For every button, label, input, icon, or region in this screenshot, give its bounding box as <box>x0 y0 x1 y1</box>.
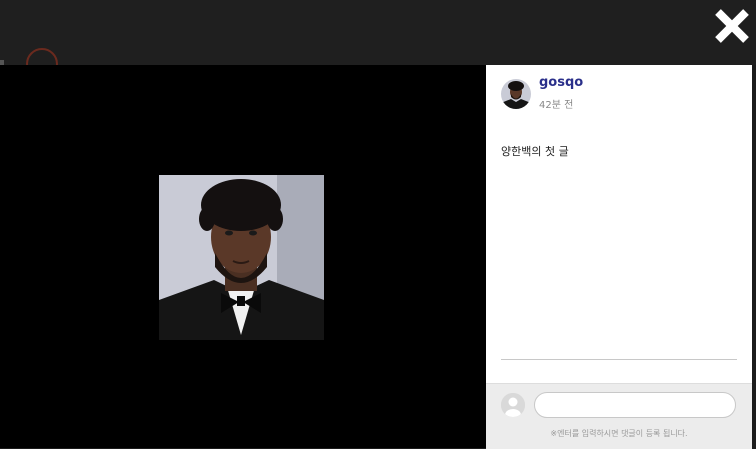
image-viewer <box>0 65 486 448</box>
comment-hint: ※엔터를 입력하시면 댓글이 등록 됩니다. <box>550 429 688 438</box>
comment-input[interactable] <box>534 392 736 418</box>
user-avatar-icon[interactable] <box>501 79 531 109</box>
author-username[interactable]: gosqo <box>539 75 583 90</box>
close-icon[interactable] <box>712 6 752 46</box>
comment-form: ※엔터를 입력하시면 댓글이 등록 됩니다. <box>486 383 752 449</box>
post-body-text: 양한백의 첫 글 <box>501 145 569 158</box>
default-avatar-icon <box>501 393 525 417</box>
overlay-top-bar <box>0 0 756 65</box>
divider <box>501 359 737 360</box>
post-photo[interactable] <box>159 175 324 340</box>
overlay-right-edge <box>752 65 756 448</box>
post-detail-panel: gosqo 42분 전 양한백의 첫 글 ※엔터를 입력하시면 댓글이 등록 됩… <box>486 65 752 449</box>
post-timestamp: 42분 전 <box>539 100 574 111</box>
